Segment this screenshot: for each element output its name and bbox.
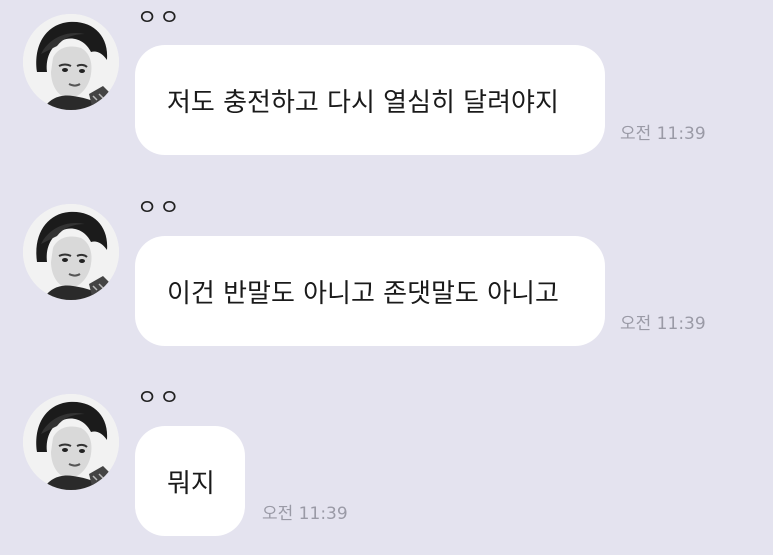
profile-photo-icon [23,14,119,110]
message-bubble[interactable]: 저도 충전하고 다시 열심히 달려야지 [135,45,605,155]
avatar[interactable] [23,14,119,110]
message-text: 이건 반말도 아니고 존댓말도 아니고 [167,278,559,309]
message-text: 저도 충전하고 다시 열심히 달려야지 [167,87,559,118]
timestamp: 오전 11:39 [262,504,348,524]
message-text: 뭐지 [167,468,215,499]
profile-photo-icon [23,394,119,490]
sender-name: ㅇㅇ [137,6,182,31]
sender-name: ㅇㅇ [137,196,182,221]
timestamp: 오전 11:39 [620,314,706,334]
profile-photo-icon [23,204,119,300]
avatar[interactable] [23,204,119,300]
message-bubble[interactable]: 뭐지 [135,426,245,536]
timestamp: 오전 11:39 [620,124,706,144]
message-bubble[interactable]: 이건 반말도 아니고 존댓말도 아니고 [135,236,605,346]
sender-name: ㅇㅇ [137,386,182,411]
avatar[interactable] [23,394,119,490]
